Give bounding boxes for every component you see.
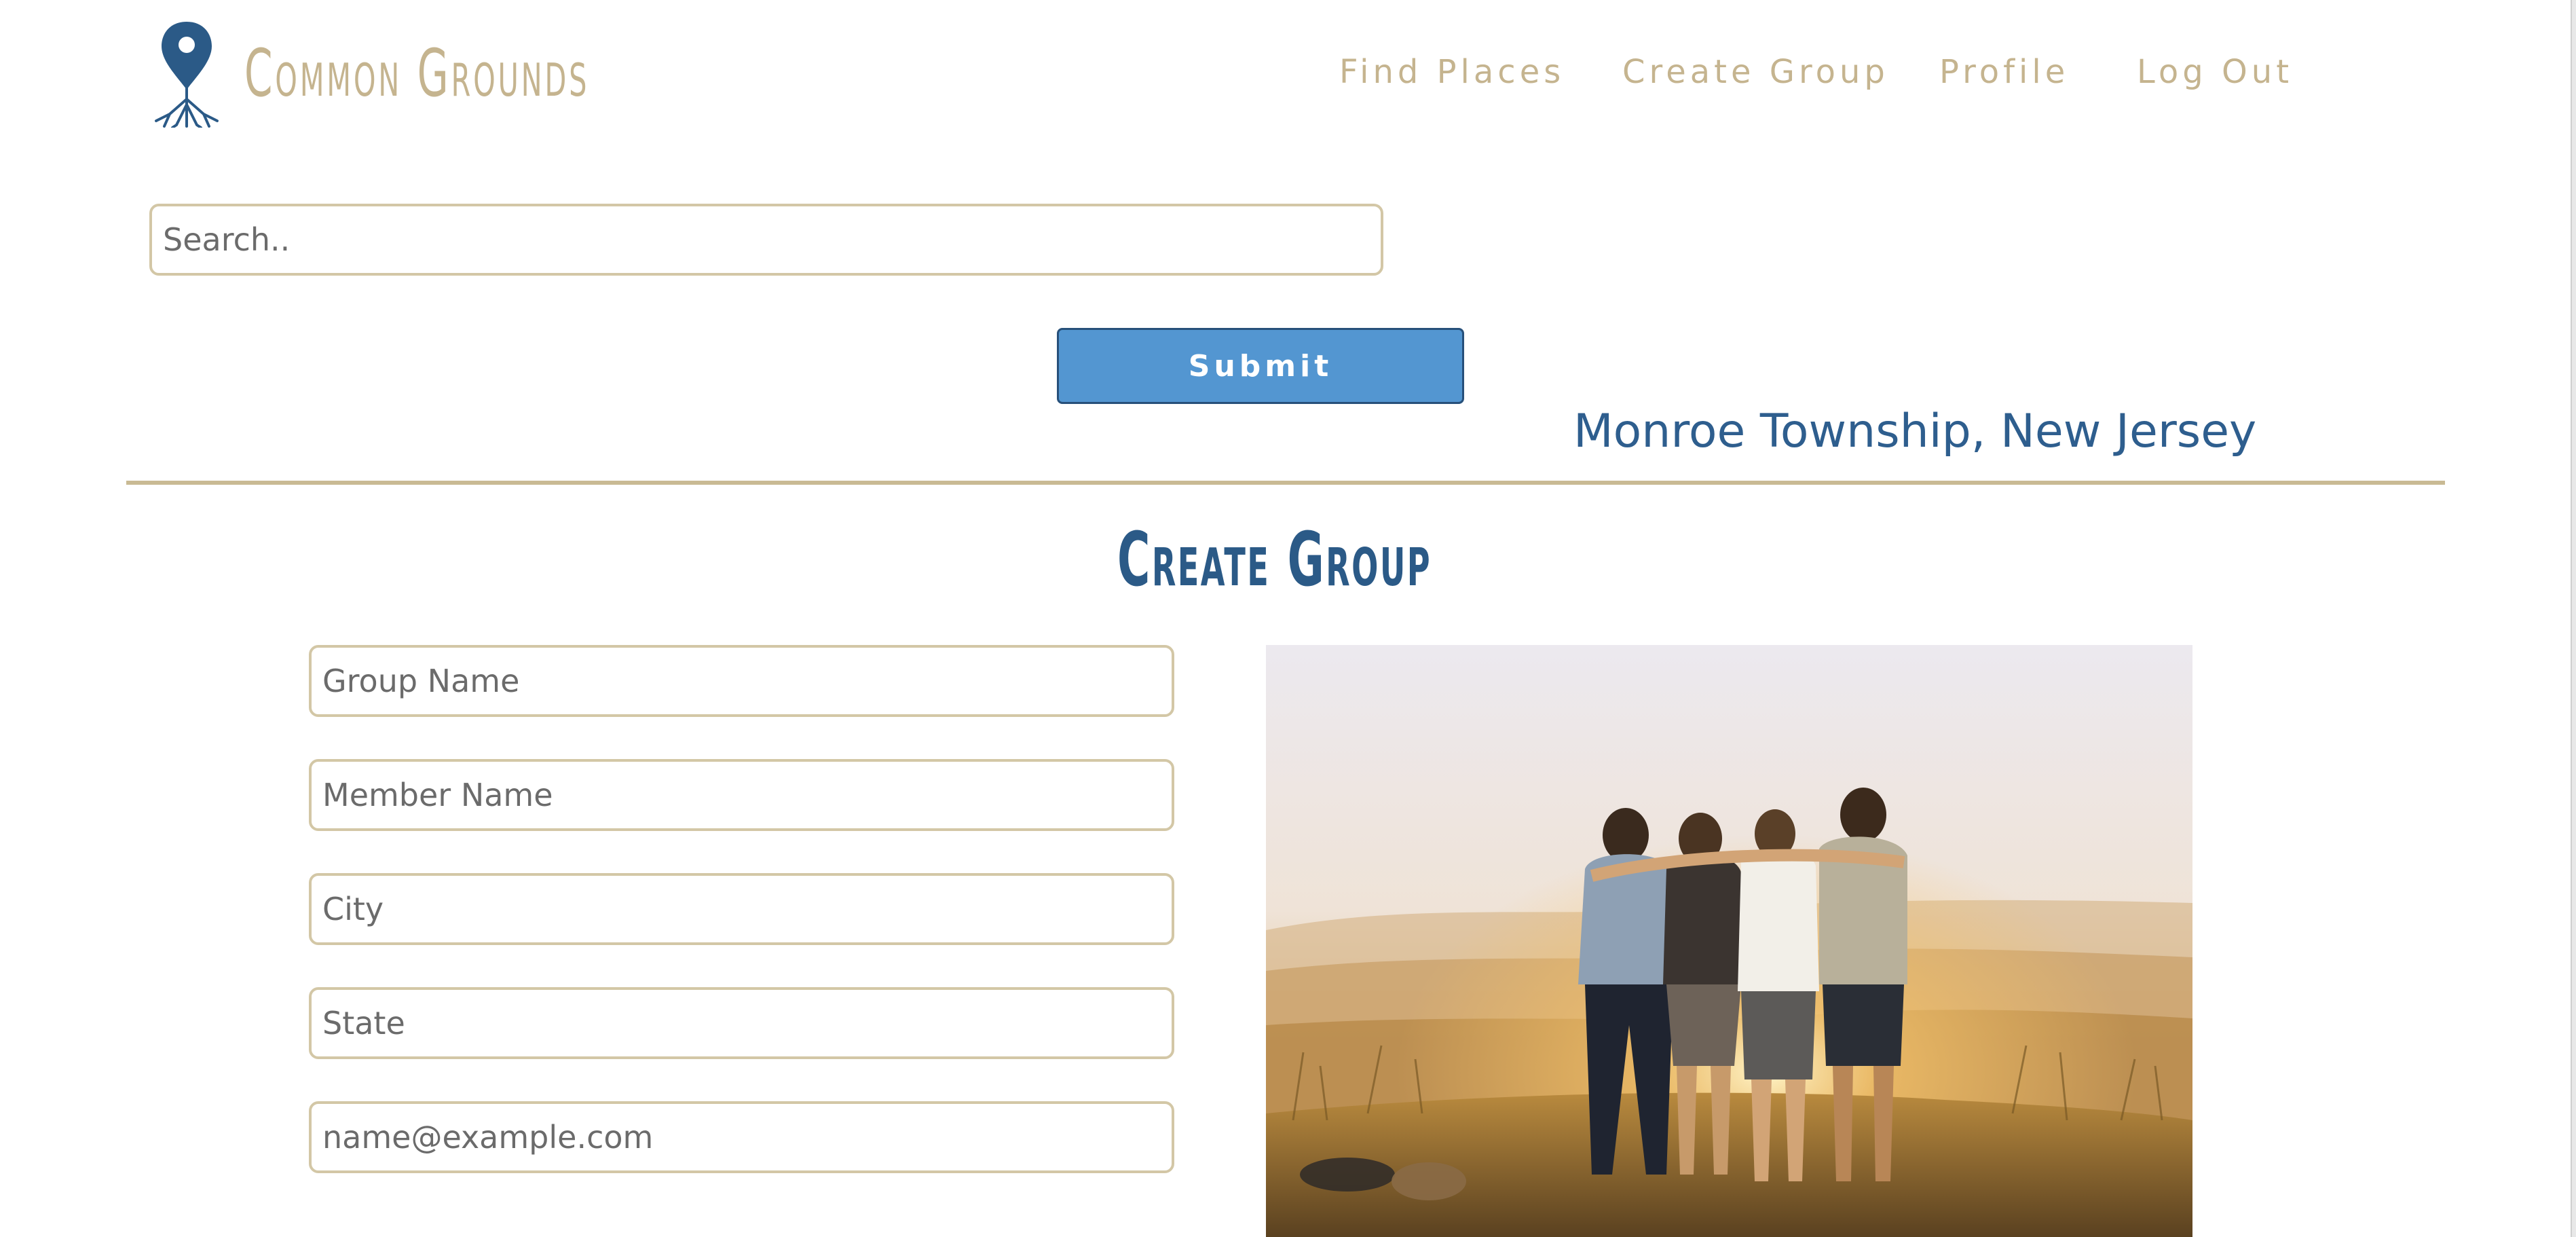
map-pin-roots-icon bbox=[155, 22, 219, 128]
page-title: Create Group bbox=[1117, 516, 1432, 603]
search-input[interactable] bbox=[149, 204, 1383, 276]
scrollbar-edge bbox=[2571, 0, 2576, 1237]
brand-name: Common Grounds bbox=[244, 35, 590, 111]
email-field[interactable] bbox=[309, 1101, 1174, 1173]
header-divider bbox=[126, 481, 2445, 485]
nav-find-places[interactable]: Find Places bbox=[1339, 53, 1565, 91]
page: Common Grounds Find Places Create Group … bbox=[0, 0, 2576, 1237]
nav-create-group[interactable]: Create Group bbox=[1622, 53, 1889, 91]
nav-profile[interactable]: Profile bbox=[1939, 53, 2069, 91]
member-name-field[interactable] bbox=[309, 759, 1174, 831]
submit-button[interactable]: Submit bbox=[1057, 328, 1464, 404]
city-field[interactable] bbox=[309, 873, 1174, 945]
nav-log-out[interactable]: Log Out bbox=[2137, 53, 2293, 91]
current-location: Monroe Township, New Jersey bbox=[1573, 405, 2257, 458]
home-logo-link[interactable]: Common Grounds bbox=[149, 19, 801, 128]
state-field[interactable] bbox=[309, 987, 1174, 1059]
group-of-friends-sunset-photo bbox=[1266, 645, 2192, 1237]
group-name-field[interactable] bbox=[309, 645, 1174, 717]
